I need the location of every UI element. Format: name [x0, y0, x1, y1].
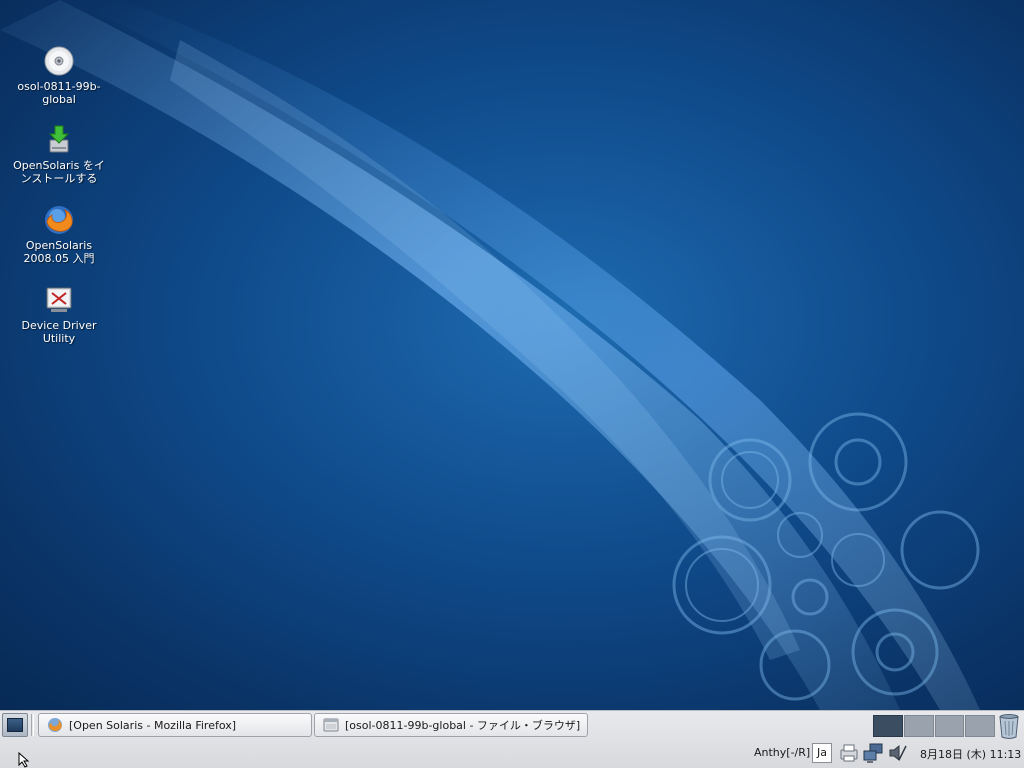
- show-desktop-button[interactable]: [2, 713, 28, 737]
- desktop-icon-install[interactable]: OpenSolaris をイ ンストールする: [9, 124, 109, 185]
- task-button-label: [osol-0811-99b-global - ファイル・ブラウザ]: [345, 719, 581, 732]
- volume-muted-icon[interactable]: [887, 742, 909, 764]
- panel-drag-handle[interactable]: [31, 714, 34, 736]
- task-button-firefox[interactable]: [Open Solaris - Mozilla Firefox]: [38, 713, 312, 737]
- workspace-1[interactable]: [873, 715, 903, 737]
- printer-icon[interactable]: [838, 742, 860, 764]
- clock[interactable]: 8月18日 (木) 11:13: [920, 746, 1021, 762]
- workspace-4[interactable]: [965, 715, 995, 737]
- workspace-2[interactable]: [903, 715, 934, 737]
- trash-icon[interactable]: [998, 713, 1020, 739]
- desktop-icon-cd[interactable]: osol-0811-99b- global: [9, 45, 109, 106]
- desktop-icon-label: OpenSolaris 2008.05 入門: [23, 239, 95, 265]
- firefox-icon: [48, 718, 62, 732]
- ime-status[interactable]: Anthy[-/R]: [754, 746, 810, 759]
- show-desktop-icon: [7, 718, 23, 732]
- firefox-icon: [45, 206, 73, 234]
- language-indicator[interactable]: Ja: [812, 743, 832, 763]
- device-driver-utility-icon: [46, 287, 72, 312]
- desktop-icon-firefox[interactable]: OpenSolaris 2008.05 入門: [9, 204, 109, 265]
- desktop-icon-label: Device Driver Utility: [21, 319, 97, 345]
- mouse-pointer-icon: [18, 752, 30, 768]
- task-button-label: [Open Solaris - Mozilla Firefox]: [69, 718, 237, 732]
- workspace-switcher: [873, 715, 995, 737]
- desktop-icon-label: OpenSolaris をイ ンストールする: [13, 159, 105, 185]
- wallpaper-art: [0, 0, 980, 710]
- install-icon: [48, 125, 70, 153]
- desktop-icon-device-driver[interactable]: Device Driver Utility: [9, 284, 109, 345]
- desktop: osol-0811-99b- global OpenSolaris をイ ンスト…: [0, 0, 1024, 710]
- desktop-icon-label: osol-0811-99b- global: [17, 80, 101, 106]
- network-icon[interactable]: [862, 742, 884, 764]
- cd-disc-icon: [44, 46, 74, 76]
- file-browser-icon: [323, 718, 339, 732]
- workspace-3[interactable]: [934, 715, 965, 737]
- bottom-panel: [Open Solaris - Mozilla Firefox] [osol-0…: [0, 710, 1024, 768]
- task-button-file-browser[interactable]: [osol-0811-99b-global - ファイル・ブラウザ]: [314, 713, 588, 737]
